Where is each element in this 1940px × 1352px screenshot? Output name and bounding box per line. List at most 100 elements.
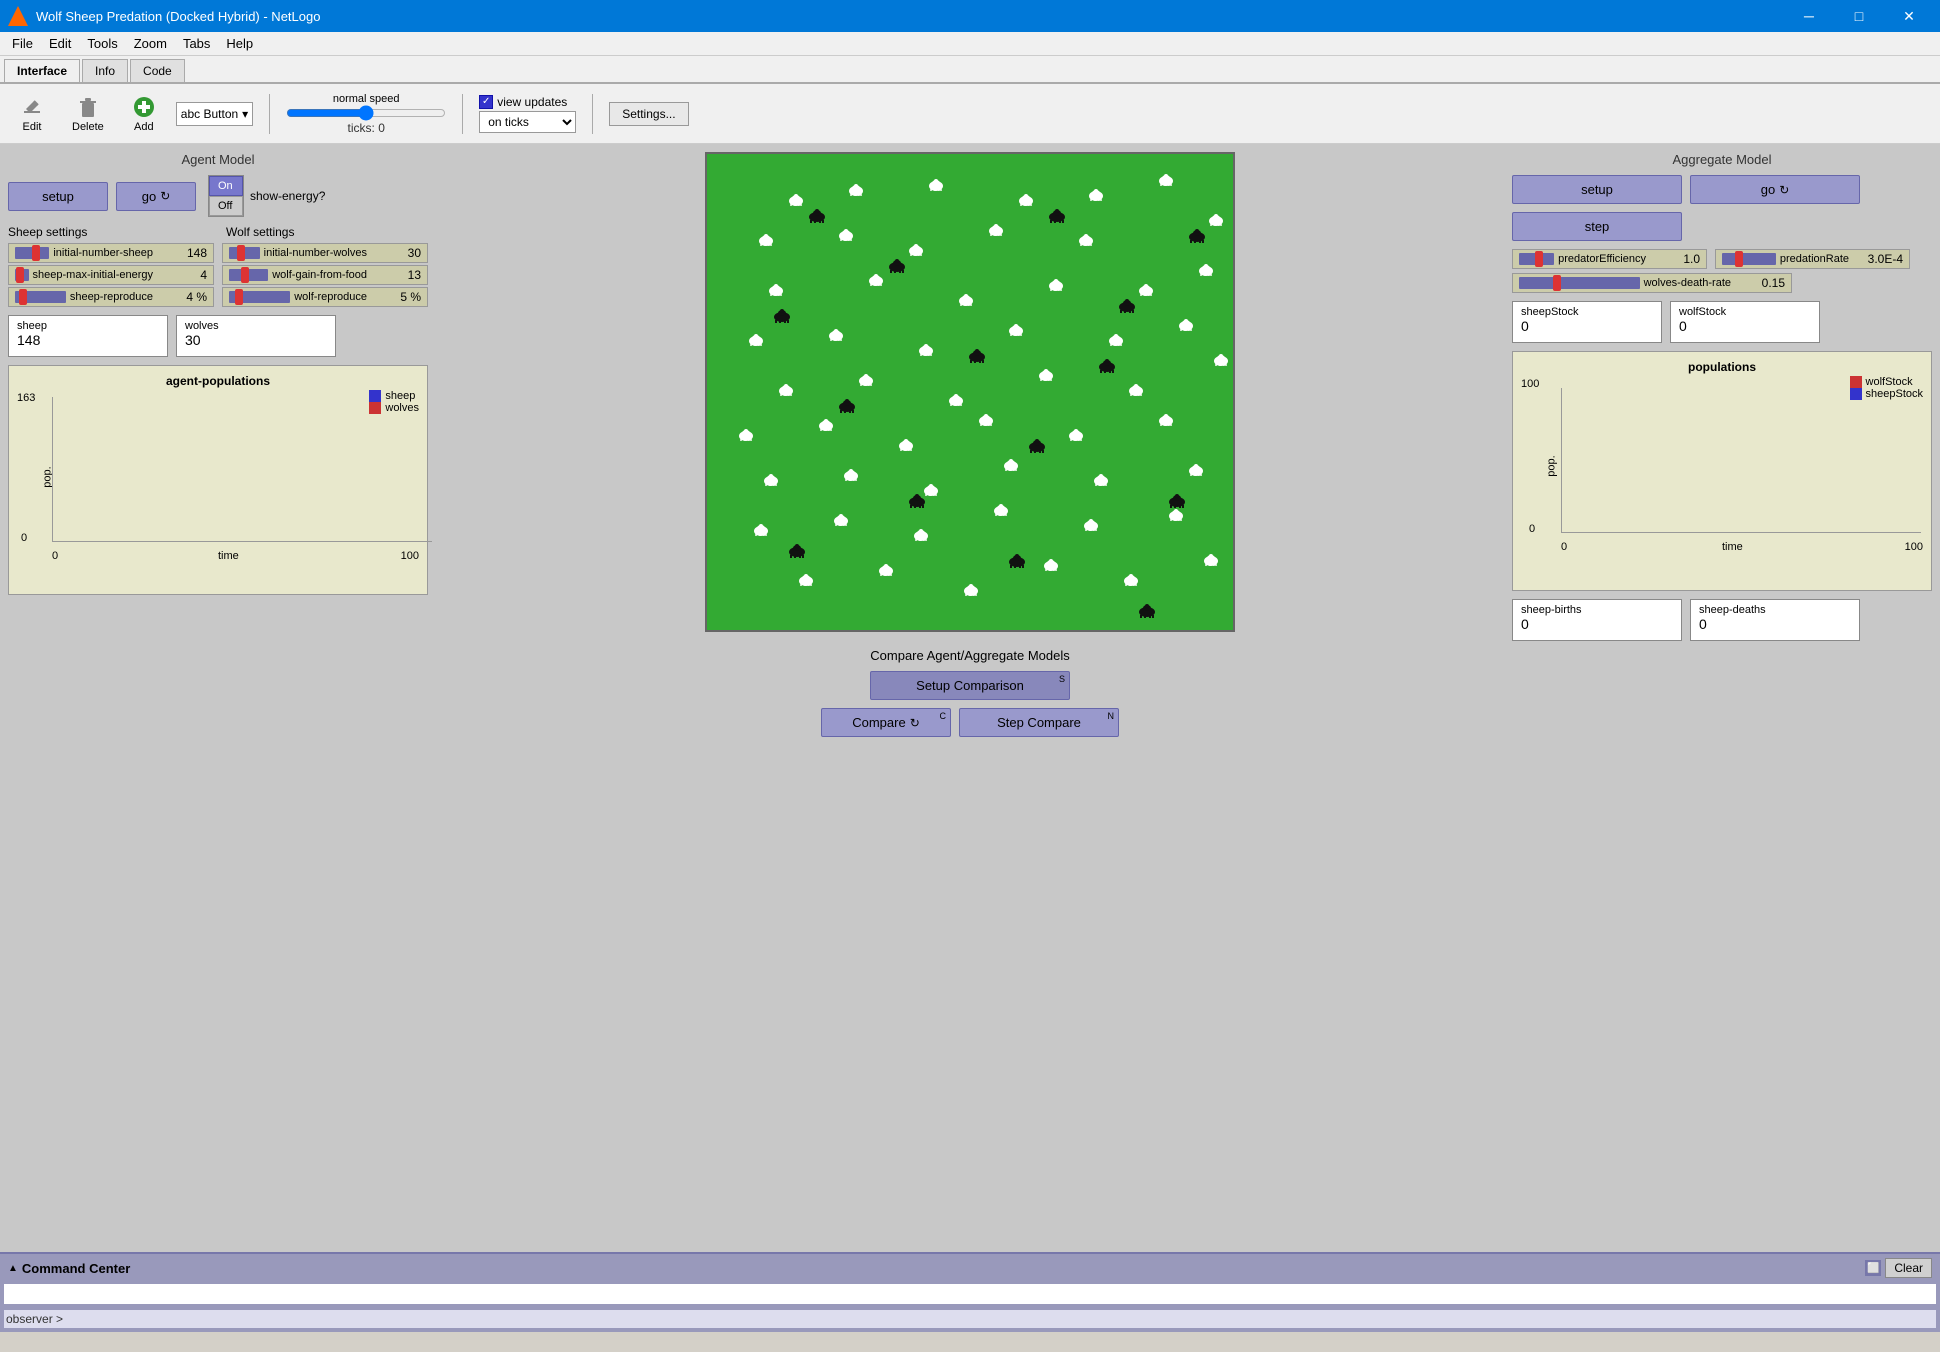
- step-compare-button[interactable]: Step Compare N: [959, 708, 1119, 737]
- menu-tabs[interactable]: Tabs: [175, 34, 218, 53]
- agent-graph-title: agent-populations: [17, 374, 419, 388]
- speed-slider[interactable]: [286, 105, 446, 121]
- wolf-animal: [787, 544, 807, 558]
- sheep-animal: [1017, 194, 1035, 206]
- sheep-births-label: sheep-births: [1521, 604, 1673, 616]
- setup-comparison-button[interactable]: Setup Comparison S: [870, 671, 1070, 700]
- initial-number-wolves-thumb: [237, 245, 245, 261]
- sheep-animal: [957, 294, 975, 306]
- view-updates-checkbox[interactable]: ✓: [479, 95, 493, 109]
- show-energy-label: show-energy?: [250, 189, 325, 203]
- wolf-reproduce-slider[interactable]: wolf-reproduce 5 %: [222, 287, 428, 307]
- predation-rate-track: [1722, 253, 1776, 265]
- world-view: [705, 152, 1235, 632]
- menu-help[interactable]: Help: [218, 34, 261, 53]
- title-bar-left: Wolf Sheep Predation (Docked Hybrid) - N…: [8, 6, 320, 26]
- tab-code[interactable]: Code: [130, 59, 185, 82]
- tab-info[interactable]: Info: [82, 59, 128, 82]
- wolf-animal: [1117, 299, 1137, 313]
- sheep-reproduce-slider[interactable]: sheep-reproduce 4 %: [8, 287, 214, 307]
- tab-interface[interactable]: Interface: [4, 59, 80, 82]
- wolf-gain-from-food-label: wolf-gain-from-food: [272, 269, 367, 281]
- sheep-animal: [917, 344, 935, 356]
- view-updates-label: view updates: [497, 95, 567, 109]
- settings-button[interactable]: Settings...: [609, 102, 688, 126]
- agent-graph-x-label: time: [218, 550, 239, 562]
- close-button[interactable]: ✕: [1886, 0, 1932, 32]
- show-energy-toggle[interactable]: On Off show-energy?: [208, 175, 325, 217]
- edit-button[interactable]: Edit: [12, 91, 52, 137]
- populations-graph-y-label: pop.: [1546, 455, 1558, 476]
- maximize-button[interactable]: □: [1836, 0, 1882, 32]
- sheep-animal: [867, 274, 885, 286]
- ticks-display: ticks: 0: [348, 121, 385, 135]
- widget-type-dropdown[interactable]: abc Button ▾: [176, 102, 253, 126]
- window-title: Wolf Sheep Predation (Docked Hybrid) - N…: [36, 9, 320, 24]
- populations-graph-svg: [1561, 388, 1921, 533]
- aggregate-setup-button[interactable]: setup: [1512, 175, 1682, 204]
- sheep-animal: [927, 179, 945, 191]
- populations-graph-x-max: 100: [1905, 541, 1923, 553]
- populations-graph-x-min: 0: [1561, 541, 1567, 553]
- wolf-gain-from-food-track: [229, 269, 268, 281]
- main-content: Agent Model setup go ↻ On Off show-energ…: [0, 144, 1940, 1252]
- sheep-animal: [1037, 369, 1055, 381]
- wolf-settings-title: Wolf settings: [226, 225, 294, 239]
- menu-file[interactable]: File: [4, 34, 41, 53]
- wolf-animal: [837, 399, 857, 413]
- expand-command-center-button[interactable]: ⬜: [1865, 1260, 1881, 1276]
- aggregate-step-button[interactable]: step: [1512, 212, 1682, 241]
- initial-number-wolves-slider[interactable]: initial-number-wolves 30: [222, 243, 428, 263]
- populations-graph-y-min: 0: [1529, 523, 1535, 535]
- sheep-max-energy-slider[interactable]: sheep-max-initial-energy 4: [8, 265, 214, 285]
- menu-zoom[interactable]: Zoom: [126, 34, 175, 53]
- sheep-reproduce-track: [15, 291, 66, 303]
- initial-number-sheep-slider[interactable]: initial-number-sheep 148: [8, 243, 214, 263]
- sheep-stock-label: sheepStock: [1521, 306, 1653, 318]
- predation-rate-slider[interactable]: predationRate 3.0E-4: [1715, 249, 1910, 269]
- agent-setup-button[interactable]: setup: [8, 182, 108, 211]
- on-ticks-select[interactable]: on ticks continuously: [479, 111, 576, 133]
- aggregate-go-button[interactable]: go ↻: [1690, 175, 1860, 204]
- agent-go-button[interactable]: go ↻: [116, 182, 196, 211]
- sheep-animal: [992, 504, 1010, 516]
- initial-number-wolves-track: [229, 247, 260, 259]
- wolf-gain-from-food-slider[interactable]: wolf-gain-from-food 13: [222, 265, 428, 285]
- sheep-stock-value: 0: [1521, 318, 1653, 338]
- delete-button[interactable]: Delete: [64, 91, 112, 137]
- wolves-monitor: wolves 30: [176, 315, 336, 357]
- command-center-header: ▲ Command Center ⬜ Clear: [0, 1254, 1940, 1282]
- sheep-animal: [1202, 554, 1220, 566]
- wolf-animal: [1137, 604, 1157, 618]
- compare-button[interactable]: Compare ↻ C: [821, 708, 951, 737]
- toolbar-separator-2: [462, 94, 463, 134]
- sheep-animal: [837, 229, 855, 241]
- predator-efficiency-slider[interactable]: predatorEfficiency 1.0: [1512, 249, 1707, 269]
- sheep-animal: [842, 469, 860, 481]
- add-button[interactable]: Add: [124, 91, 164, 137]
- command-input[interactable]: [67, 1312, 1934, 1326]
- menu-edit[interactable]: Edit: [41, 34, 79, 53]
- agent-graph-x-max: 100: [401, 550, 419, 562]
- command-center-toggle-icon[interactable]: ▲: [8, 1263, 18, 1274]
- sheep-monitor-label: sheep: [17, 320, 159, 332]
- command-input-row: observer >: [4, 1310, 1936, 1328]
- predator-efficiency-label: predatorEfficiency: [1558, 253, 1646, 265]
- minimize-button[interactable]: ─: [1786, 0, 1832, 32]
- menu-tools[interactable]: Tools: [79, 34, 125, 53]
- sheep-animal: [1122, 574, 1140, 586]
- toggle-on: On: [209, 176, 243, 196]
- toolbar-separator-3: [592, 94, 593, 134]
- sheep-animal: [1092, 474, 1110, 486]
- clear-button[interactable]: Clear: [1885, 1258, 1932, 1278]
- sheep-animal: [847, 184, 865, 196]
- sheep-animal: [757, 234, 775, 246]
- command-center-body: [4, 1284, 1936, 1304]
- populations-graph-title: populations: [1521, 360, 1923, 374]
- title-bar-controls: ─ □ ✕: [1786, 0, 1932, 32]
- initial-number-sheep-thumb: [32, 245, 40, 261]
- wolves-death-rate-slider[interactable]: wolves-death-rate 0.15: [1512, 273, 1792, 293]
- view-updates-section: ✓ view updates on ticks continuously: [479, 95, 576, 133]
- sheep-animal: [762, 474, 780, 486]
- sheep-animal: [1137, 284, 1155, 296]
